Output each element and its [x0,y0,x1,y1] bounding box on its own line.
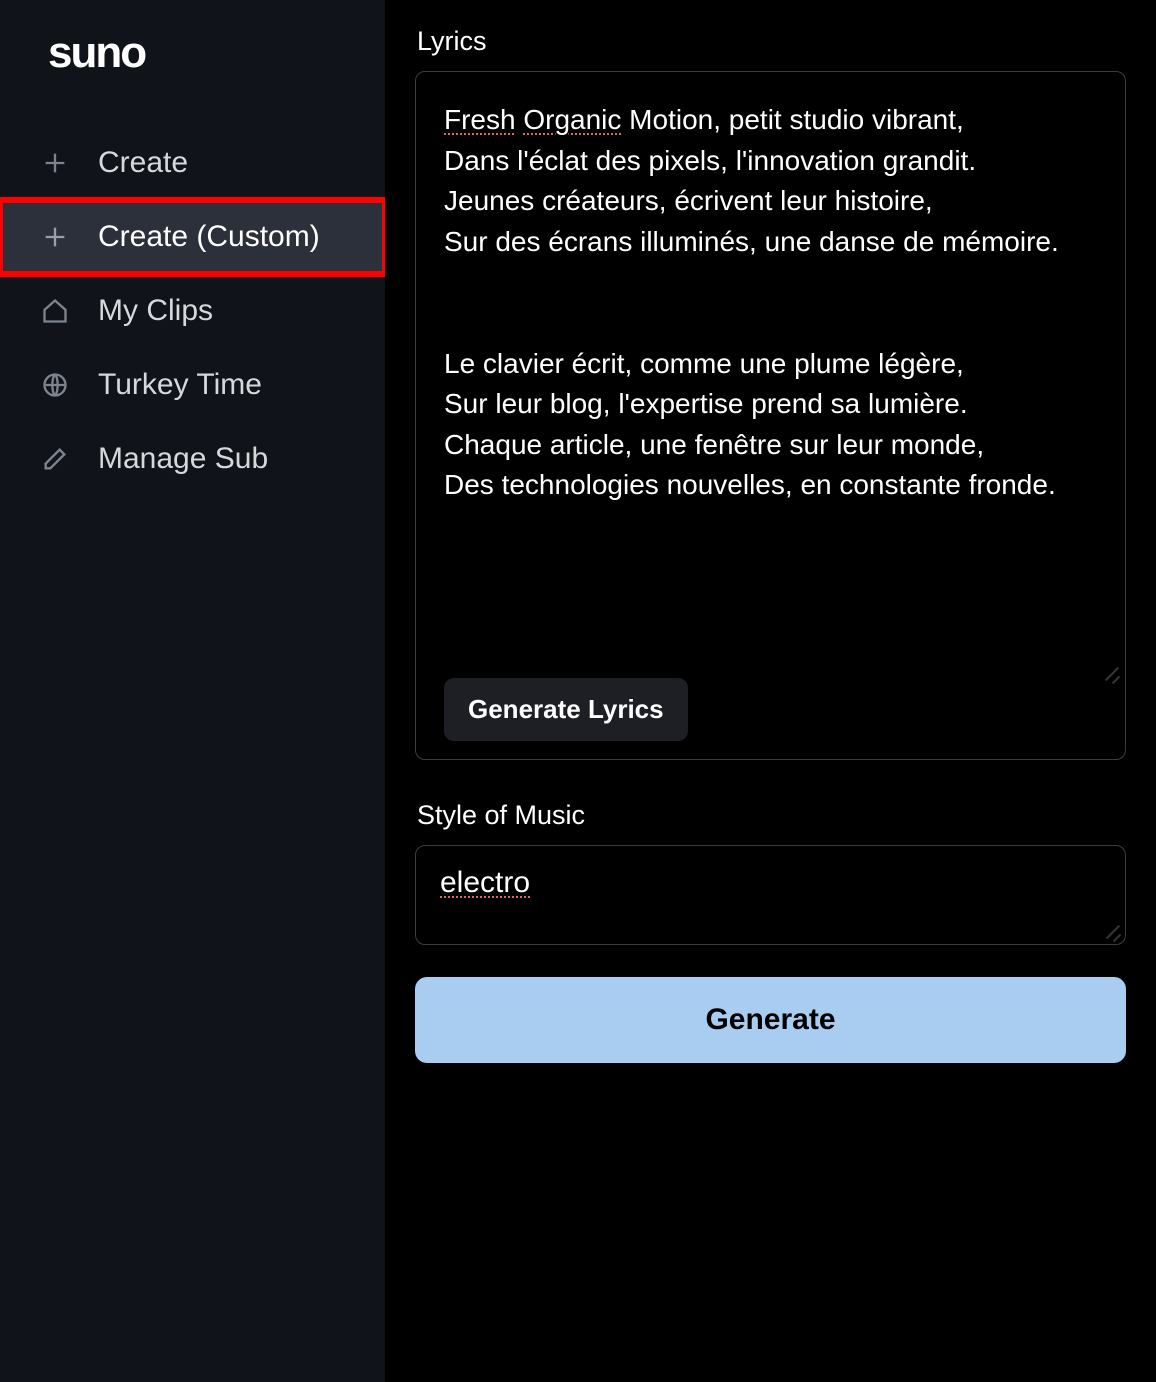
style-label: Style of Music [417,800,1126,831]
sidebar: suno Create Create (Custom) My Clips Tur… [0,0,385,1382]
globe-icon [40,370,70,400]
plus-icon [40,222,70,252]
plus-icon [40,148,70,178]
style-input[interactable]: electro [415,845,1126,945]
sidebar-item-my-clips[interactable]: My Clips [0,274,385,348]
sidebar-item-label: My Clips [98,294,213,328]
generate-lyrics-button[interactable]: Generate Lyrics [444,678,688,741]
sidebar-item-label: Create [98,146,188,180]
sidebar-item-turkey-time[interactable]: Turkey Time [0,348,385,422]
logo: suno [0,28,385,126]
generate-button[interactable]: Generate [415,977,1126,1063]
sidebar-item-label: Create (Custom) [98,220,320,254]
main-panel: Lyrics Fresh Organic Motion, petit studi… [385,0,1156,1382]
sidebar-item-manage-sub[interactable]: Manage Sub [0,422,385,496]
resize-handle-icon[interactable] [1100,919,1120,939]
sidebar-item-create-custom[interactable]: Create (Custom) [0,200,385,274]
sidebar-item-label: Manage Sub [98,442,268,476]
sidebar-item-label: Turkey Time [98,368,262,402]
resize-handle-icon[interactable] [1099,661,1119,681]
lyrics-box: Fresh Organic Motion, petit studio vibra… [415,71,1126,760]
lyrics-label: Lyrics [417,26,1126,57]
sidebar-item-create[interactable]: Create [0,126,385,200]
lyrics-textarea[interactable]: Fresh Organic Motion, petit studio vibra… [444,100,1097,660]
home-icon [40,296,70,326]
edit-icon [40,444,70,474]
